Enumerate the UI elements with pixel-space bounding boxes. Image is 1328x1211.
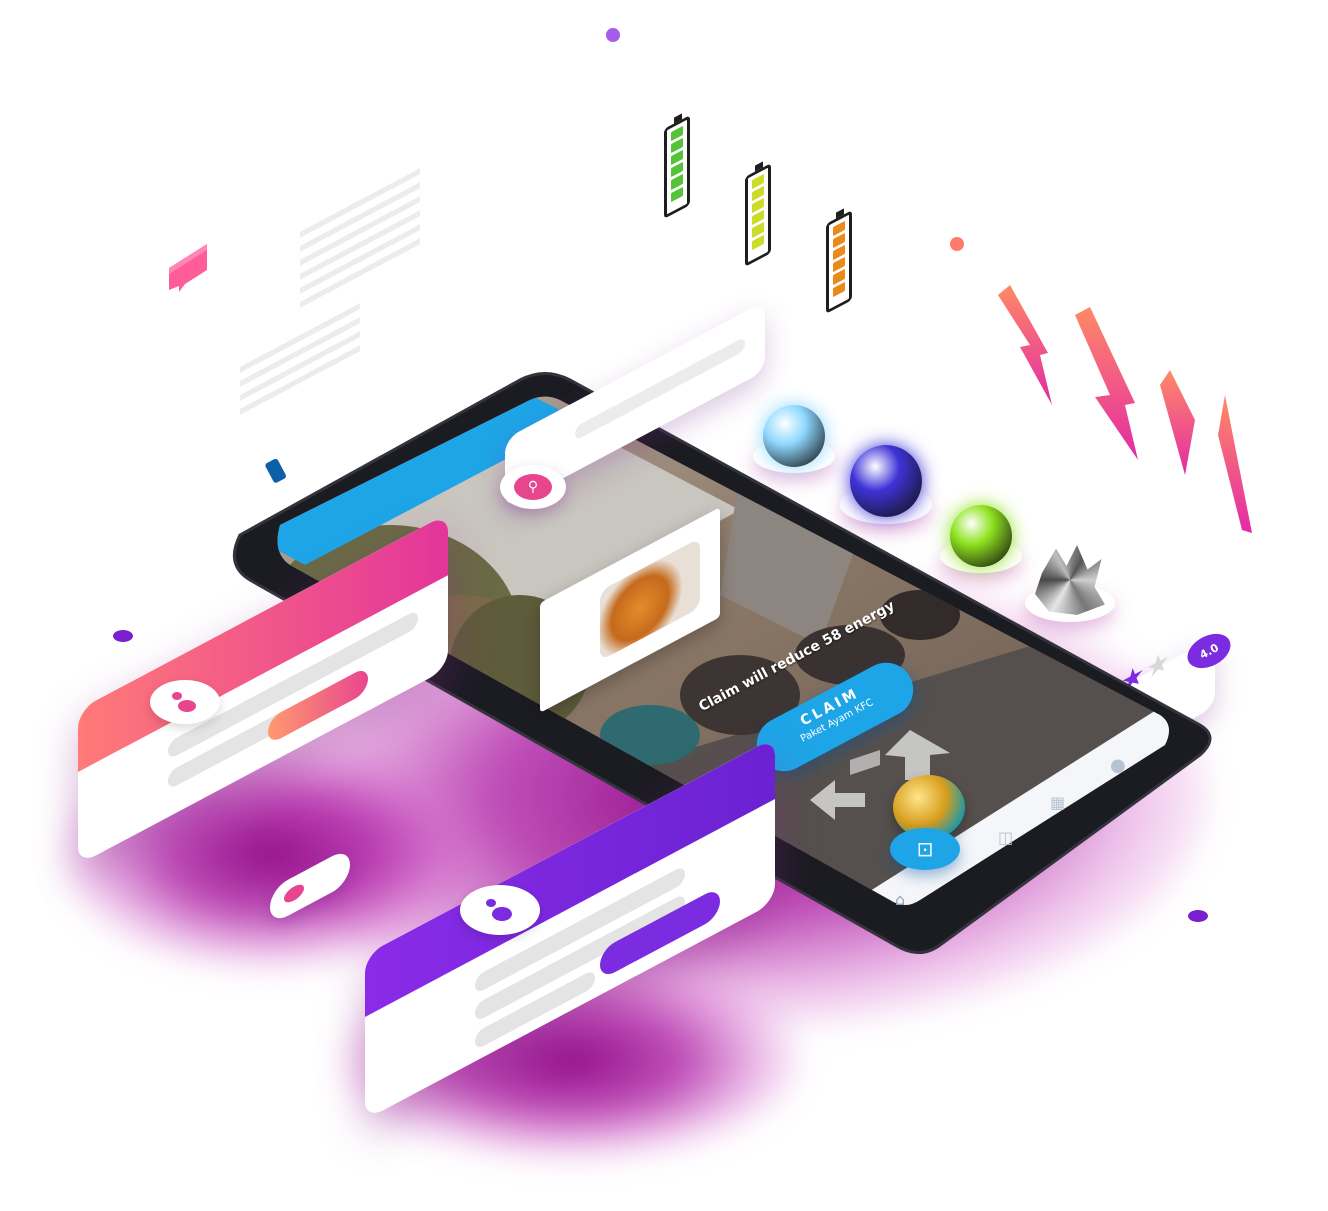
chat-bubble-icon [169,244,207,292]
decor-dot [113,630,133,642]
nav-map[interactable]: ◫ [998,828,1013,847]
battery-icon [826,210,852,314]
search-button[interactable]: ⚲ [500,465,566,509]
decor-dot [606,28,620,42]
profile-icon: ● [1110,755,1126,776]
decor-dot [950,237,964,251]
nav-home[interactable]: ⌂ [895,890,905,909]
calendar-icon: ▦ [1050,793,1066,812]
text-lines-decor [300,168,420,316]
nav-calendar[interactable]: ▦ [1050,793,1065,812]
search-icon: ⚲ [527,479,539,495]
ar-scan-icon: ⊡ [916,837,934,861]
avatar-pink [150,680,220,724]
map-icon: ◫ [998,828,1014,847]
battery-icon [664,115,690,219]
battery-icon [745,163,771,267]
nav-profile[interactable]: ● [1110,755,1126,776]
home-icon: ⌂ [895,890,906,909]
avatar-purple [460,885,540,935]
ar-scan-button[interactable]: ⊡ [890,828,960,870]
